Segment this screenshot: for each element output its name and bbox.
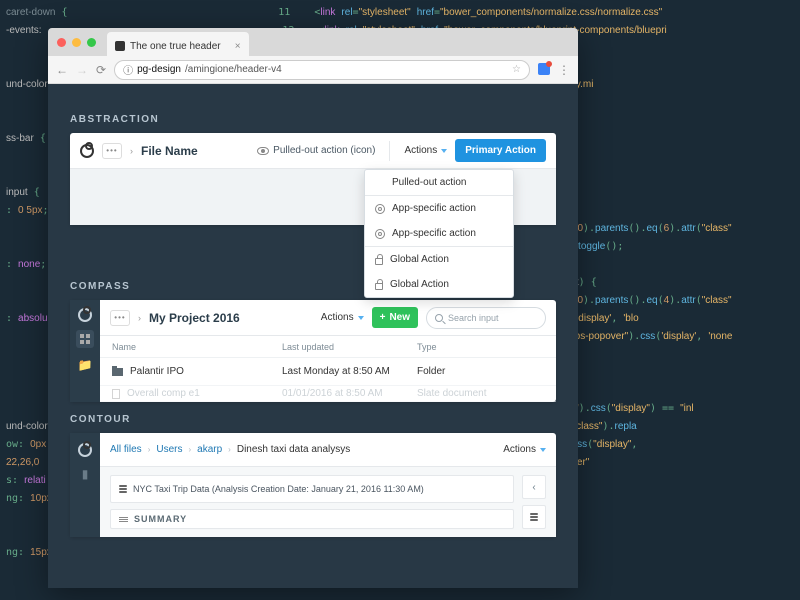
folder-icon[interactable]: ▮ — [82, 467, 89, 481]
breadcrumb[interactable]: All files — [110, 444, 142, 455]
caret-down-icon — [441, 149, 447, 153]
caret-down-icon — [358, 316, 364, 320]
tab-close-icon[interactable]: × — [235, 41, 241, 52]
folder-icon[interactable]: 📁 — [76, 356, 94, 374]
dropdown-item[interactable]: Global Action — [365, 247, 513, 272]
info-icon: ⓘ — [123, 62, 133, 77]
actions-dropdown-trigger[interactable]: Actions — [503, 444, 546, 455]
breadcrumb[interactable]: Users — [156, 444, 182, 455]
chevron-right-icon: › — [130, 146, 133, 156]
window-max-icon[interactable] — [87, 38, 96, 47]
col-name[interactable]: Name — [112, 342, 282, 352]
list-icon — [119, 517, 128, 522]
document-icon — [112, 389, 120, 399]
section-title-contour: CONTOUR — [70, 414, 556, 425]
address-bar: ← → ⟳ ⓘ pg-design/amingione/header-v4 ☆ … — [48, 56, 578, 84]
back-icon[interactable]: ← — [56, 63, 68, 77]
contour-sidebar: ▮ — [70, 433, 100, 537]
search-icon — [435, 314, 443, 322]
lock-icon — [375, 283, 383, 290]
star-icon[interactable]: ☆ — [512, 64, 521, 75]
compass-header: ••• › My Project 2016 Actions +New Searc… — [100, 300, 556, 336]
contour-header: All files› Users› akarp› Dinesh taxi dat… — [100, 433, 556, 467]
window-close-icon[interactable] — [57, 38, 66, 47]
forward-icon[interactable]: → — [76, 63, 88, 77]
dropdown-item[interactable]: App-specific action — [365, 221, 513, 246]
browser-tabbar: The one true header × — [48, 28, 578, 56]
abstraction-panel: ••• › File Name Pulled-out action (icon)… — [70, 133, 556, 225]
tab-title: The one true header — [130, 41, 221, 52]
col-updated[interactable]: Last updated — [282, 342, 417, 352]
database-icon — [119, 485, 127, 493]
kebab-button[interactable]: ••• — [102, 143, 122, 159]
browser-tab[interactable]: The one true header × — [107, 32, 249, 56]
caret-down-icon — [540, 448, 546, 452]
product-logo-icon — [78, 443, 92, 457]
contour-body: NYC Taxi Trip Data (Analysis Creation Da… — [100, 467, 556, 537]
new-button[interactable]: +New — [372, 307, 418, 328]
contour-panel: ▮ All files› Users› akarp› Dinesh taxi d… — [70, 433, 556, 537]
grid-icon[interactable] — [76, 330, 94, 348]
product-logo-icon — [78, 308, 92, 322]
reload-icon[interactable]: ⟳ — [96, 63, 106, 77]
collapse-button[interactable]: ‹ — [522, 475, 546, 499]
extension-icon[interactable] — [538, 63, 550, 75]
url-field[interactable]: ⓘ pg-design/amingione/header-v4 ☆ — [114, 60, 530, 80]
gear-icon — [375, 204, 385, 214]
project-name: My Project 2016 — [149, 311, 240, 325]
actions-dropdown-trigger[interactable]: Actions — [404, 145, 447, 156]
actions-dropdown: Pulled-out action App-specific action Ap… — [364, 169, 514, 298]
col-type[interactable]: Type — [417, 342, 544, 352]
section-title-abstraction: ABSTRACTION — [70, 114, 556, 125]
browser-window: The one true header × ← → ⟳ ⓘ pg-design/… — [48, 28, 578, 588]
chevron-right-icon: › — [138, 313, 141, 323]
summary-section[interactable]: SUMMARY — [110, 509, 514, 529]
dropdown-item[interactable]: App-specific action — [365, 196, 513, 221]
dropdown-item[interactable]: Pulled-out action — [365, 170, 513, 195]
page-body: ABSTRACTION ••• › File Name Pulled-out a… — [48, 84, 578, 555]
plus-icon: + — [380, 312, 386, 323]
contour-aside: ‹ — [522, 475, 546, 529]
folder-icon — [112, 368, 123, 376]
kebab-button[interactable]: ••• — [110, 310, 130, 326]
actions-dropdown-trigger[interactable]: Actions — [321, 312, 364, 323]
window-min-icon[interactable] — [72, 38, 81, 47]
database-button[interactable] — [522, 505, 546, 529]
breadcrumb-current: Dinesh taxi data analysys — [237, 444, 350, 455]
compass-sidebar: 📁 — [70, 300, 100, 402]
database-icon — [530, 513, 538, 521]
lock-icon — [375, 258, 383, 265]
table-row[interactable]: Overall comp e1 01/01/2016 at 8:50 AM Sl… — [100, 386, 556, 402]
favicon-icon — [115, 41, 125, 51]
gear-icon — [375, 229, 385, 239]
pulled-out-action[interactable]: Pulled-out action (icon) — [257, 145, 375, 156]
url-host: pg-design — [137, 64, 181, 75]
dropdown-item[interactable]: Global Action — [365, 272, 513, 297]
breadcrumb[interactable]: akarp — [197, 444, 222, 455]
compass-panel: 📁 ••• › My Project 2016 Actions +New Sea… — [70, 300, 556, 402]
abstraction-header: ••• › File Name Pulled-out action (icon)… — [70, 133, 556, 169]
search-input[interactable]: Search input — [426, 307, 546, 329]
url-path: /amingione/header-v4 — [185, 64, 282, 75]
primary-action-button[interactable]: Primary Action — [455, 139, 546, 162]
table-row[interactable]: Palantir IPO Last Monday at 8:50 AM Fold… — [100, 358, 556, 386]
product-logo-icon — [80, 144, 94, 158]
file-name: File Name — [141, 144, 198, 158]
menu-icon[interactable]: ⋮ — [558, 63, 570, 77]
table-header: Name Last updated Type — [100, 336, 556, 358]
dataset-card[interactable]: NYC Taxi Trip Data (Analysis Creation Da… — [110, 475, 514, 503]
eye-icon — [257, 147, 269, 155]
